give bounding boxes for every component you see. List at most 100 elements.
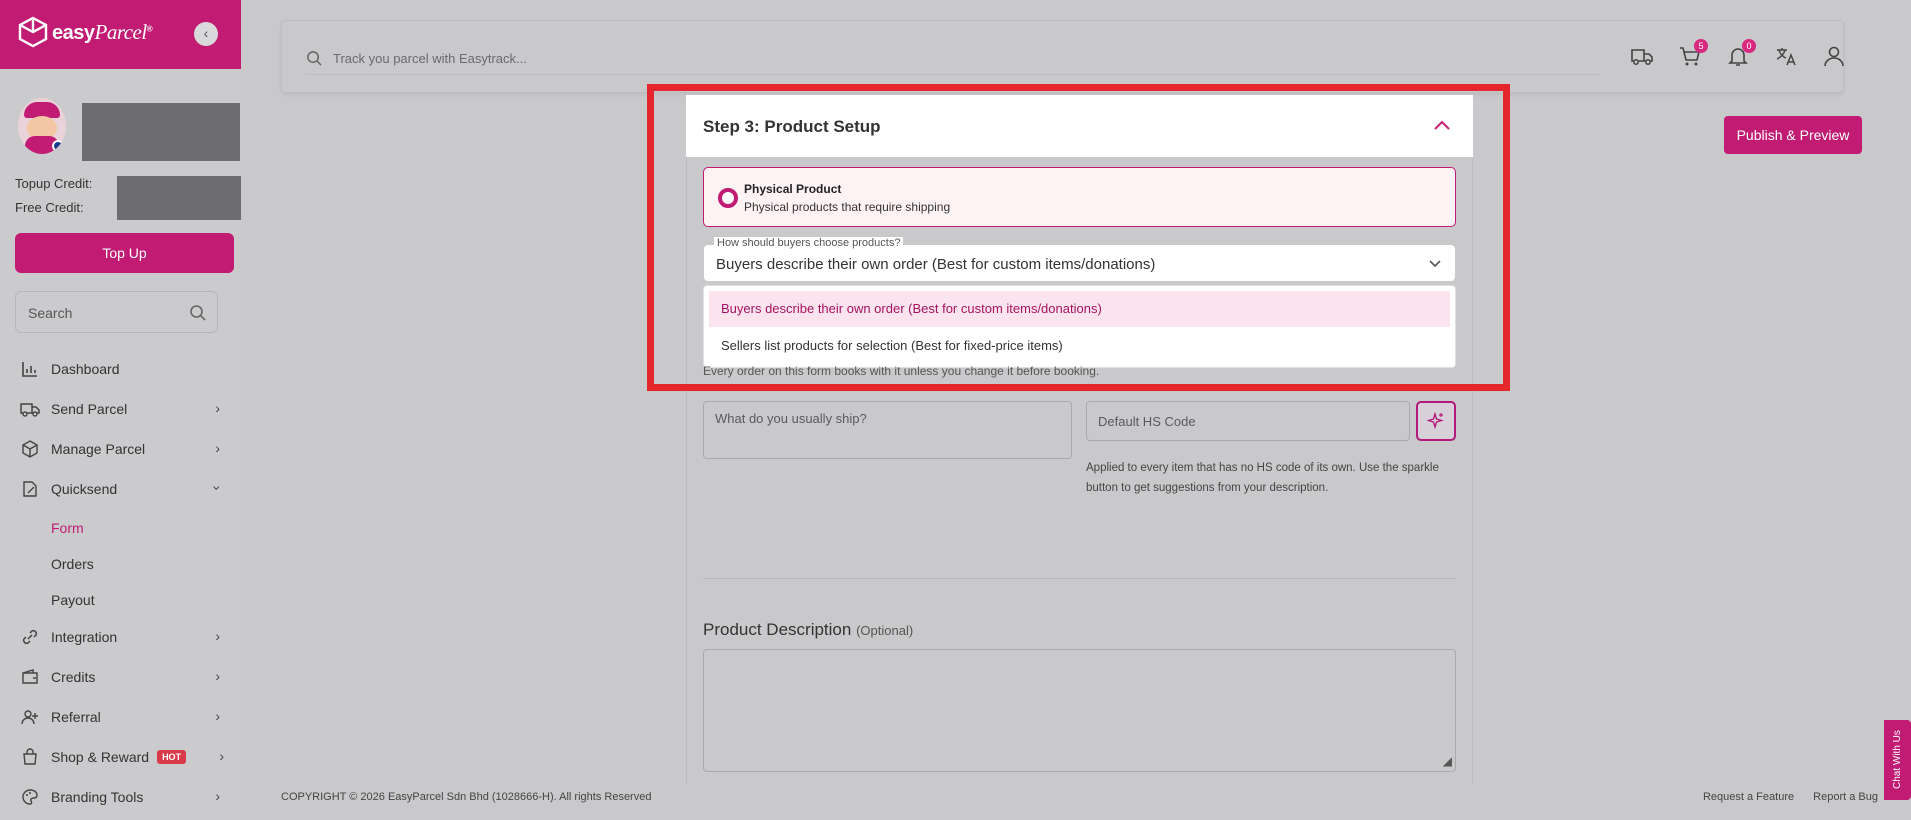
chevron-right-icon: › bbox=[215, 708, 220, 724]
sidebar-item-label: Referral bbox=[51, 709, 101, 725]
request-feature-link[interactable]: Request a Feature bbox=[1703, 791, 1794, 803]
option-buyers-describe[interactable]: Buyers describe their own order (Best fo… bbox=[709, 291, 1450, 327]
box-icon bbox=[20, 439, 40, 459]
product-description-label: Product Description bbox=[703, 620, 852, 639]
logo-text-bold: easy bbox=[52, 21, 95, 44]
sidebar-item-credits[interactable]: Credits › bbox=[20, 665, 220, 689]
truck-icon bbox=[20, 399, 40, 419]
sidebar-item-shop-reward[interactable]: Shop & Reward HOT › bbox=[20, 745, 224, 769]
free-credit-label: Free Credit: bbox=[15, 200, 84, 215]
delivery-truck-icon[interactable] bbox=[1630, 45, 1654, 69]
step-header[interactable]: Step 3: Product Setup bbox=[686, 95, 1473, 157]
sidebar-item-label: Manage Parcel bbox=[51, 441, 146, 457]
topup-credit-label: Topup Credit: bbox=[15, 176, 93, 191]
user-icon[interactable] bbox=[1822, 45, 1846, 69]
option-sellers-list[interactable]: Sellers list products for selection (Bes… bbox=[709, 328, 1450, 364]
chevron-right-icon: › bbox=[215, 628, 220, 644]
report-bug-link[interactable]: Report a Bug bbox=[1813, 791, 1878, 803]
hs-code-input[interactable]: Default HS Code bbox=[1086, 401, 1410, 441]
sidebar-item-send-parcel[interactable]: Send Parcel › bbox=[20, 397, 220, 421]
sparkle-icon bbox=[1427, 412, 1444, 430]
collapse-sidebar-button[interactable]: ‹ bbox=[194, 22, 218, 46]
hs-code-placeholder: Default HS Code bbox=[1098, 414, 1196, 429]
avatar bbox=[18, 98, 66, 154]
sidebar-item-referral[interactable]: Referral › bbox=[20, 705, 220, 729]
cart-count-badge: 5 bbox=[1694, 39, 1708, 53]
top-up-button[interactable]: Top Up bbox=[15, 233, 234, 273]
copyright: COPYRIGHT © 2026 EasyParcel Sdn Bhd (102… bbox=[281, 791, 652, 803]
divider bbox=[703, 578, 1456, 579]
chevron-right-icon: › bbox=[219, 748, 224, 764]
product-type-desc: Physical products that require shipping bbox=[744, 200, 951, 214]
search-icon bbox=[307, 51, 322, 66]
sidebar-item-label: Shop & Reward bbox=[51, 749, 150, 765]
sidebar-subitem-form[interactable]: Form bbox=[51, 520, 84, 536]
resize-handle-icon[interactable]: ◢ bbox=[1443, 754, 1452, 768]
sidebar-item-manage-parcel[interactable]: Manage Parcel › bbox=[20, 437, 220, 461]
sidebar: easyParcel® ‹ Topup Credit: Free Credit:… bbox=[0, 0, 241, 820]
product-description-textarea[interactable]: ◢ bbox=[703, 649, 1456, 772]
usually-ship-placeholder: What do you usually ship? bbox=[715, 411, 867, 426]
sidebar-item-label: Branding Tools bbox=[51, 789, 144, 805]
sidebar-item-label: Dashboard bbox=[51, 361, 120, 377]
search-icon bbox=[190, 305, 206, 321]
product-choice-dropdown: Buyers describe their own order (Best fo… bbox=[703, 285, 1456, 368]
translate-icon[interactable] bbox=[1774, 45, 1798, 69]
sidebar-search-placeholder: Search bbox=[28, 305, 73, 321]
track-placeholder: Track you parcel with Easytrack... bbox=[333, 51, 527, 66]
chevron-right-icon: › bbox=[215, 668, 220, 684]
sidebar-item-quicksend[interactable]: Quicksend › bbox=[20, 477, 226, 501]
optional-label: (Optional) bbox=[856, 623, 914, 638]
link-icon bbox=[20, 627, 40, 647]
logo-text-script: Parcel bbox=[94, 19, 148, 44]
sidebar-search-input[interactable]: Search bbox=[15, 291, 218, 333]
sidebar-item-branding-tools[interactable]: Branding Tools › bbox=[20, 785, 220, 809]
chevron-up-icon bbox=[1434, 120, 1450, 130]
publish-preview-button[interactable]: Publish & Preview bbox=[1724, 116, 1862, 154]
chevron-right-icon: › bbox=[215, 788, 220, 804]
top-bar: Track you parcel with Easytrack... 5 0 bbox=[281, 20, 1844, 93]
hot-badge: HOT bbox=[157, 750, 187, 764]
usually-ship-input[interactable]: What do you usually ship? bbox=[703, 401, 1072, 459]
sidebar-item-label: Integration bbox=[51, 629, 118, 645]
chevron-down-icon: › bbox=[209, 485, 226, 491]
step-title: Step 3: Product Setup bbox=[703, 117, 881, 136]
booking-note: Every order on this form books with it u… bbox=[703, 364, 1100, 378]
user-add-icon bbox=[20, 707, 40, 727]
sparkle-suggest-button[interactable] bbox=[1416, 401, 1456, 441]
bag-icon bbox=[20, 747, 40, 767]
redacted-username bbox=[82, 103, 240, 161]
chart-icon bbox=[20, 359, 40, 379]
footer-links: Request a Feature Report a Bug bbox=[1687, 791, 1878, 803]
sidebar-subitem-orders[interactable]: Orders bbox=[51, 556, 94, 572]
product-description-title: Product Description (Optional) bbox=[703, 620, 913, 640]
radio-selected-icon[interactable] bbox=[718, 188, 738, 208]
sidebar-header: easyParcel® ‹ bbox=[0, 0, 241, 69]
physical-product-option[interactable]: Physical Product Physical products that … bbox=[703, 167, 1456, 227]
sidebar-item-label: Send Parcel bbox=[51, 401, 128, 417]
edit-icon bbox=[20, 479, 40, 499]
sidebar-subitem-payout[interactable]: Payout bbox=[51, 592, 95, 608]
sidebar-item-integration[interactable]: Integration › bbox=[20, 625, 220, 649]
logo[interactable]: easyParcel® bbox=[18, 16, 153, 48]
flag-icon bbox=[52, 140, 64, 152]
sidebar-item-label: Credits bbox=[51, 669, 96, 685]
sidebar-item-dashboard[interactable]: Dashboard bbox=[20, 357, 220, 381]
chevron-right-icon: › bbox=[215, 440, 220, 456]
wallet-icon bbox=[20, 667, 40, 687]
redacted-credit-values bbox=[117, 176, 241, 220]
logo-trademark: ® bbox=[146, 23, 153, 33]
product-type-title: Physical Product bbox=[744, 182, 842, 196]
product-choice-select[interactable]: How should buyers choose products? Buyer… bbox=[703, 237, 1456, 282]
cart-icon[interactable]: 5 bbox=[1678, 39, 1708, 69]
chat-with-us-button[interactable]: Chat With Us bbox=[1884, 720, 1911, 800]
sidebar-item-label: Quicksend bbox=[51, 481, 118, 497]
hs-code-note: Applied to every item that has no HS cod… bbox=[1086, 462, 1439, 494]
notification-count-badge: 0 bbox=[1742, 39, 1756, 53]
product-choice-value: Buyers describe their own order (Best fo… bbox=[716, 256, 1156, 273]
chevron-down-icon bbox=[1429, 260, 1441, 268]
bell-icon[interactable]: 0 bbox=[1726, 39, 1756, 69]
product-choice-label: How should buyers choose products? bbox=[714, 237, 904, 249]
track-parcel-input[interactable]: Track you parcel with Easytrack... bbox=[306, 43, 1600, 75]
box-logo-icon bbox=[18, 16, 48, 48]
